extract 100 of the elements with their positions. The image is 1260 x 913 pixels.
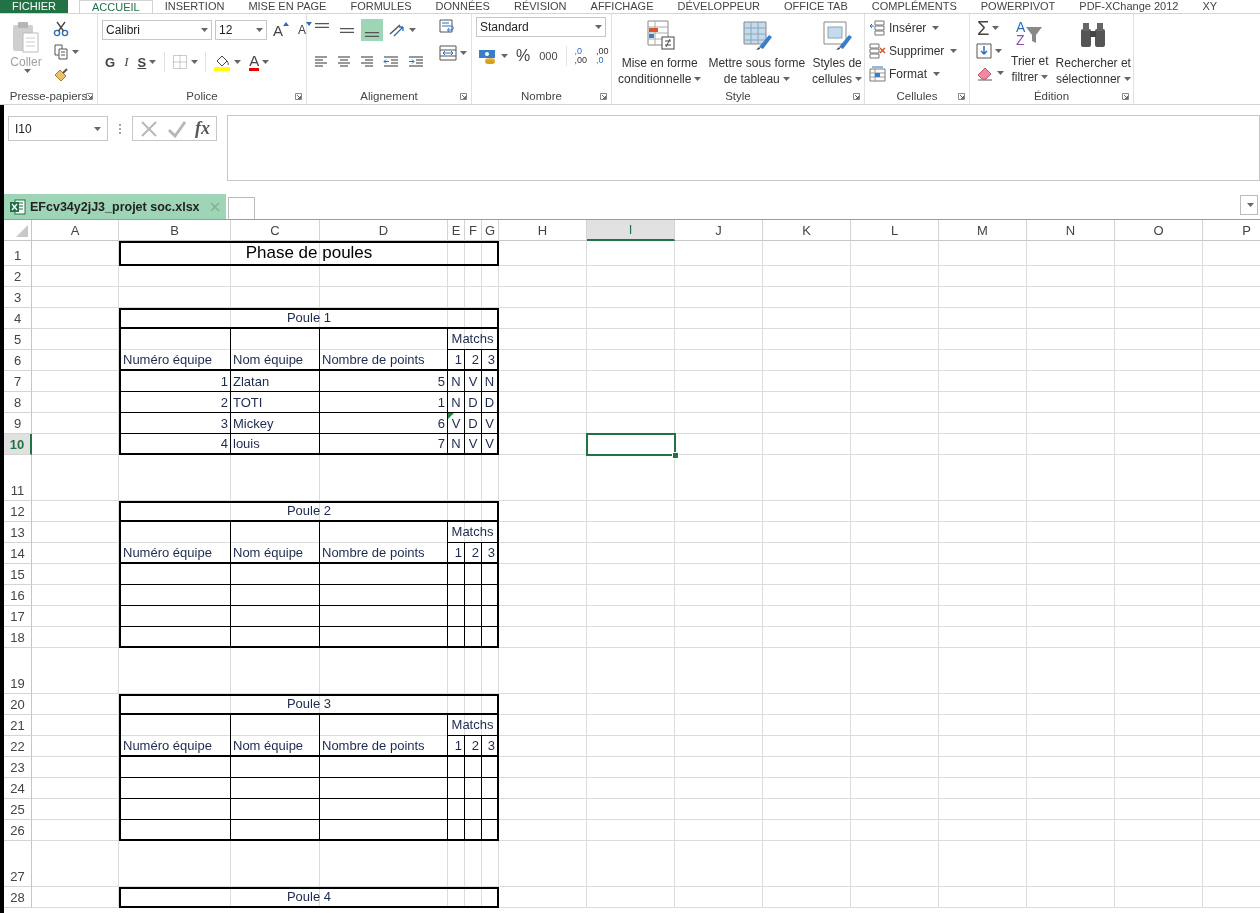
column-header[interactable]: H bbox=[499, 220, 587, 241]
row-header[interactable]: 21 bbox=[4, 715, 32, 736]
ribbon-tab[interactable]: PDF-XChange 2012 bbox=[1067, 0, 1191, 13]
cells-insert-button[interactable]: Insérer bbox=[869, 17, 958, 38]
row-header[interactable]: 26 bbox=[4, 820, 32, 841]
vertical-align-button[interactable] bbox=[361, 19, 383, 41]
row-header[interactable]: 20 bbox=[4, 694, 32, 715]
row-header[interactable]: 13 bbox=[4, 522, 32, 543]
font-size-field[interactable]: 12 bbox=[215, 20, 267, 40]
decrease-font-button[interactable]: A bbox=[295, 20, 316, 40]
name-box[interactable]: I10 bbox=[8, 116, 108, 141]
row-header[interactable]: 16 bbox=[4, 585, 32, 606]
style-button[interactable]: Mise en forme conditionnelle bbox=[616, 17, 704, 87]
sort-filter-button[interactable]: A Z Trier et filtrer bbox=[1009, 17, 1051, 85]
style-button[interactable]: Mettre sous forme de tableau bbox=[706, 17, 808, 87]
row-header[interactable]: 2 bbox=[4, 266, 32, 287]
column-header[interactable]: E bbox=[448, 220, 465, 241]
ribbon-tab[interactable]: MISE EN PAGE bbox=[236, 0, 339, 13]
document-tab[interactable]: EFcv34y2jJ3_projet soc.xlsx bbox=[4, 194, 226, 219]
row-header[interactable]: 25 bbox=[4, 799, 32, 820]
column-header[interactable]: N bbox=[1027, 220, 1115, 241]
formula-input-field[interactable] bbox=[227, 115, 1260, 181]
row-header[interactable]: 11 bbox=[4, 455, 32, 501]
borders-button[interactable] bbox=[170, 52, 201, 72]
ribbon-tab[interactable]: POWERPIVOT bbox=[968, 0, 1068, 13]
insert-function-button[interactable]: fx bbox=[195, 118, 210, 139]
column-header[interactable]: A bbox=[32, 220, 119, 241]
ribbon-tab[interactable]: XY bbox=[1190, 0, 1230, 13]
dialog-launcher-icon[interactable] bbox=[86, 93, 93, 100]
column-header[interactable]: K bbox=[763, 220, 851, 241]
table-cell: 7 bbox=[320, 434, 448, 455]
dialog-launcher-icon[interactable] bbox=[1122, 93, 1129, 100]
add-decimal-button[interactable]: ,0 ,00 bbox=[571, 47, 591, 65]
column-header[interactable]: G bbox=[482, 220, 499, 241]
row-header[interactable]: 7 bbox=[4, 371, 32, 392]
more-icon[interactable] bbox=[118, 123, 122, 135]
ribbon-tab[interactable]: FORMULES bbox=[338, 0, 424, 13]
ribbon-tab[interactable]: INSERTION bbox=[152, 0, 237, 13]
remove-decimal-button[interactable]: ,00 ,0 bbox=[593, 47, 612, 65]
underline-button[interactable]: S bbox=[134, 52, 160, 72]
row-header[interactable]: 22 bbox=[4, 736, 32, 757]
italic-button[interactable]: I bbox=[121, 52, 132, 72]
ribbon-tab[interactable]: AFFICHAGE bbox=[578, 0, 666, 13]
merge-center-button[interactable] bbox=[437, 43, 469, 63]
row-header[interactable]: 10 bbox=[4, 434, 32, 455]
row-header[interactable]: 6 bbox=[4, 350, 32, 371]
dialog-launcher-icon[interactable] bbox=[600, 93, 607, 100]
column-header[interactable]: B bbox=[119, 220, 231, 241]
row-header[interactable]: 18 bbox=[4, 627, 32, 648]
font-name-field[interactable]: Calibri bbox=[102, 20, 212, 40]
increase-font-button[interactable]: A bbox=[270, 20, 292, 40]
cells-format-button[interactable]: Format bbox=[869, 63, 958, 84]
ribbon-tab[interactable]: FICHIER bbox=[0, 0, 68, 13]
cells-delete-button[interactable]: Supprimer bbox=[869, 40, 958, 61]
ribbon-tab[interactable]: DÉVELOPPEUR bbox=[665, 0, 773, 13]
column-header[interactable]: I bbox=[587, 220, 675, 241]
copy-button[interactable] bbox=[51, 42, 81, 62]
spreadsheet-file-icon bbox=[10, 198, 26, 215]
column-header[interactable]: M bbox=[939, 220, 1027, 241]
ribbon-tab[interactable]: COMPLÉMENTS bbox=[859, 0, 969, 13]
row-header[interactable]: 17 bbox=[4, 606, 32, 627]
dialog-launcher-icon[interactable] bbox=[958, 93, 965, 100]
check-icon[interactable] bbox=[167, 118, 187, 139]
column-header[interactable]: O bbox=[1115, 220, 1203, 241]
row-header[interactable]: 19 bbox=[4, 648, 32, 694]
row-header[interactable]: 23 bbox=[4, 757, 32, 778]
column-header[interactable]: D bbox=[320, 220, 448, 241]
column-header[interactable]: L bbox=[851, 220, 939, 241]
ribbon-tab[interactable]: DONNÉES bbox=[423, 0, 502, 13]
bold-button[interactable]: G bbox=[102, 52, 119, 72]
column-header[interactable]: J bbox=[675, 220, 763, 241]
row-header[interactable]: 8 bbox=[4, 392, 32, 413]
dialog-launcher-icon[interactable] bbox=[295, 93, 302, 100]
caret-icon bbox=[997, 71, 1004, 75]
style-button[interactable]: Styles de cellules bbox=[810, 17, 865, 87]
dialog-launcher-icon[interactable] bbox=[853, 93, 860, 100]
row-header[interactable]: 9 bbox=[4, 413, 32, 434]
row-header[interactable]: 3 bbox=[4, 287, 32, 308]
ribbon-tab[interactable]: ACCUEIL bbox=[79, 0, 153, 13]
row-header[interactable]: 1 bbox=[4, 241, 32, 266]
autosum-button[interactable]: Σ bbox=[974, 17, 1006, 39]
row-header[interactable]: 15 bbox=[4, 564, 32, 585]
thousands-button[interactable]: 000 bbox=[536, 46, 561, 66]
percent-button[interactable]: % bbox=[513, 46, 534, 66]
row-header[interactable]: 5 bbox=[4, 329, 32, 350]
ribbon-tab[interactable]: RÉVISION bbox=[501, 0, 579, 13]
row-header[interactable]: 4 bbox=[4, 308, 32, 329]
row-header[interactable]: 27 bbox=[4, 841, 32, 887]
find-select-button[interactable]: Rechercher et sélectionner bbox=[1053, 17, 1133, 87]
font-color-button[interactable]: A bbox=[246, 52, 273, 72]
row-header[interactable]: 12 bbox=[4, 501, 32, 522]
row-header[interactable]: 28 bbox=[4, 887, 32, 908]
dialog-launcher-icon[interactable] bbox=[460, 93, 467, 100]
column-header[interactable]: F bbox=[465, 220, 482, 241]
row-header[interactable]: 14 bbox=[4, 543, 32, 564]
column-header[interactable]: C bbox=[231, 220, 320, 241]
ribbon-tab[interactable]: OFFICE TAB bbox=[772, 0, 860, 13]
number-format-field[interactable]: Standard bbox=[476, 17, 606, 37]
tab-list-button[interactable] bbox=[1240, 195, 1258, 215]
row-header[interactable]: 24 bbox=[4, 778, 32, 799]
